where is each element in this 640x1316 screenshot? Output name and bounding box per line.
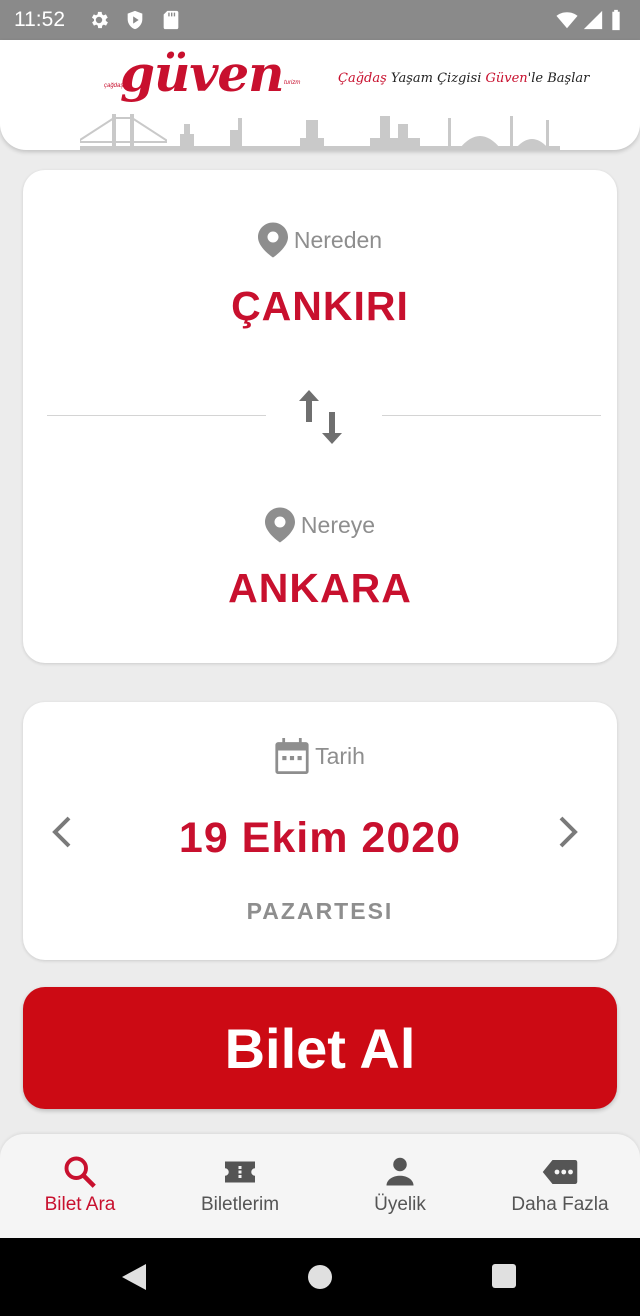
signal-icon xyxy=(583,10,603,30)
logo-small-right: turizm xyxy=(284,80,301,86)
nav-item-biletlerim[interactable]: Biletlerim xyxy=(160,1134,320,1238)
more-tag-icon xyxy=(542,1160,578,1184)
from-city[interactable]: ÇANKIRI xyxy=(23,283,617,330)
buy-ticket-button[interactable]: Bilet Al xyxy=(23,987,617,1109)
brand-slogan: Çağdaş Yaşam Çizgisi Güven'le Başlar xyxy=(338,71,589,86)
date-label-row: Tarih xyxy=(23,738,617,774)
slogan-part-2: Yaşam Çizgisi xyxy=(386,71,486,86)
city-skyline-graphic xyxy=(80,114,560,150)
status-bar: 11:52 xyxy=(0,0,640,40)
bottom-nav: Bilet Ara Biletlerim Üyelik Daha Fazla xyxy=(0,1134,640,1238)
chevron-right-icon[interactable] xyxy=(553,814,583,850)
logo-text: güven xyxy=(120,44,285,103)
calendar-icon xyxy=(275,738,309,774)
back-icon[interactable] xyxy=(120,1262,148,1292)
swap-vertical-icon[interactable] xyxy=(295,388,347,446)
search-icon xyxy=(64,1156,96,1188)
sd-card-icon xyxy=(163,10,179,30)
nav-item-bilet-ara[interactable]: Bilet Ara xyxy=(0,1134,160,1238)
app-header: çağdaş güven turizm Çağdaş Yaşam Çizgisi… xyxy=(0,40,640,150)
route-card: Nereden ÇANKIRI Nereye ANKARA xyxy=(23,170,617,663)
slogan-part-1: Çağdaş xyxy=(338,71,387,86)
nav-item-uyelik[interactable]: Üyelik xyxy=(320,1134,480,1238)
to-label: Nereye xyxy=(300,511,376,538)
nav-label-uyelik: Üyelik xyxy=(374,1194,426,1215)
shield-play-icon xyxy=(127,10,143,30)
to-label-row: Nereye xyxy=(23,507,617,543)
wifi-icon xyxy=(556,12,578,29)
selected-day: PAZARTESI xyxy=(246,898,394,924)
system-nav-bar xyxy=(0,1238,640,1316)
nav-label-bilet-ara: Bilet Ara xyxy=(44,1194,116,1215)
nav-label-biletlerim: Biletlerim xyxy=(200,1194,280,1215)
from-label-row: Nereden xyxy=(23,222,617,258)
date-card: Tarih 19 Ekim 2020 PAZARTESI xyxy=(23,702,617,960)
status-time: 11:52 xyxy=(14,8,65,31)
person-icon xyxy=(386,1157,414,1186)
ticket-icon xyxy=(225,1161,255,1183)
gear-icon xyxy=(91,11,108,29)
slogan-part-3: Güven xyxy=(485,71,528,86)
location-pin-icon xyxy=(257,222,288,258)
divider-right xyxy=(382,415,601,416)
slogan-part-4: 'le Başlar xyxy=(527,71,590,86)
nav-label-daha-fazla: Daha Fazla xyxy=(511,1194,609,1215)
date-label: Tarih xyxy=(315,742,365,769)
home-icon[interactable] xyxy=(306,1263,334,1291)
location-pin-icon xyxy=(264,507,295,543)
recents-icon[interactable] xyxy=(491,1263,517,1289)
from-label: Nereden xyxy=(293,226,383,253)
selected-date[interactable]: 19 Ekim 2020 xyxy=(23,814,617,863)
nav-item-daha-fazla[interactable]: Daha Fazla xyxy=(480,1134,640,1238)
divider-left xyxy=(47,415,266,416)
to-city[interactable]: ANKARA xyxy=(23,565,617,612)
battery-icon xyxy=(612,9,620,31)
